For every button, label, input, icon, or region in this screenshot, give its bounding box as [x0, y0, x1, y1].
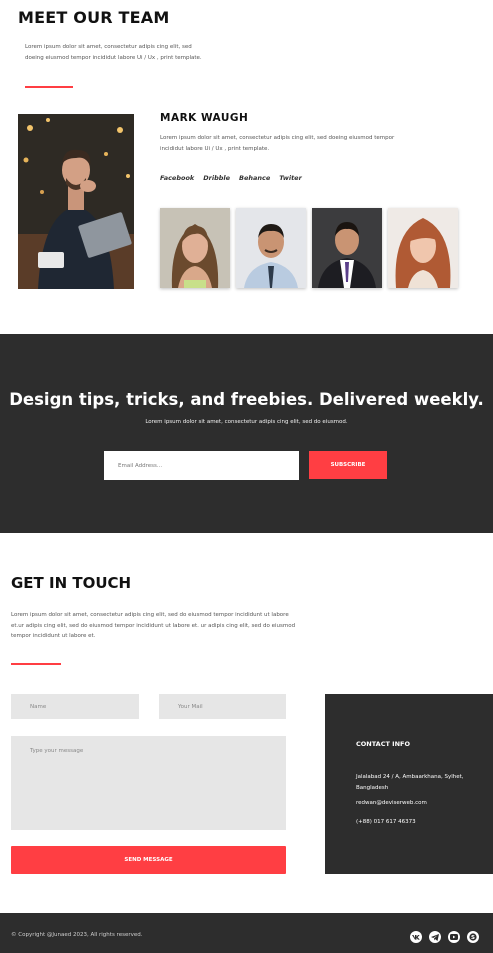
member-name: MARK WAUGH — [160, 112, 249, 124]
member-photo — [18, 114, 134, 289]
newsletter-subtitle: Lorem ipsum dolor sit amet, consectetur … — [145, 419, 348, 425]
newsletter-title: Design tips, tricks, and freebies. Deliv… — [9, 390, 484, 409]
send-message-button[interactable]: SEND MESSAGE — [11, 846, 286, 874]
youtube-icon[interactable] — [448, 931, 460, 943]
copyright-text: © Copyright @Junaed 2023, All rights res… — [11, 932, 143, 938]
svg-text:S: S — [471, 935, 475, 941]
contact-address: Jalalabad 24 / A, Ambaarkhana, Sylhet, B… — [356, 774, 464, 791]
email-input[interactable] — [104, 451, 299, 480]
skype-icon[interactable]: S — [467, 931, 479, 943]
team-thumbnail[interactable] — [236, 208, 306, 288]
social-link-behance[interactable]: Behance — [239, 174, 270, 182]
newsletter-section: Design tips, tricks, and freebies. Deliv… — [0, 334, 493, 533]
contact-info-box: CONTACT INFO Jalalabad 24 / A, Ambaarkha… — [325, 694, 493, 874]
social-link-twiter[interactable]: Twiter — [279, 174, 302, 182]
footer-social-icons: S — [410, 931, 479, 943]
vk-icon[interactable] — [410, 931, 422, 943]
contact-intro: Lorem ipsum dolor sit amet, consectetur … — [11, 612, 296, 639]
social-links: Facebook Dribble Behance Twiter — [160, 174, 302, 182]
mail-input[interactable] — [159, 694, 286, 719]
team-divider — [25, 86, 73, 88]
telegram-icon[interactable] — [429, 931, 441, 943]
team-thumbnail[interactable] — [160, 208, 230, 288]
message-textarea[interactable] — [11, 736, 286, 830]
team-thumbnail[interactable] — [388, 208, 458, 288]
social-link-facebook[interactable]: Facebook — [160, 174, 194, 182]
contact-phone: (+88) 017 617 46373 — [356, 819, 416, 825]
team-intro: Lorem ipsum dolor sit amet, consectetur … — [25, 44, 202, 61]
social-link-dribble[interactable]: Dribble — [203, 174, 230, 182]
team-title: MEET OUR TEAM — [18, 8, 170, 27]
contact-info-title: CONTACT INFO — [356, 740, 410, 748]
team-thumbnail[interactable] — [312, 208, 382, 288]
team-thumbnails — [160, 208, 458, 288]
name-input[interactable] — [11, 694, 139, 719]
contact-title: GET IN TOUCH — [11, 574, 132, 592]
subscribe-button[interactable]: SUBSCRIBE — [309, 451, 387, 479]
page: MEET OUR TEAM Lorem ipsum dolor sit amet… — [0, 0, 493, 953]
footer: © Copyright @Junaed 2023, All rights res… — [0, 913, 493, 953]
contact-email[interactable]: redwan@deviserweb.com — [356, 800, 427, 806]
contact-divider — [11, 663, 61, 665]
member-bio: Lorem ipsum dolor sit amet, consectetur … — [160, 135, 395, 152]
